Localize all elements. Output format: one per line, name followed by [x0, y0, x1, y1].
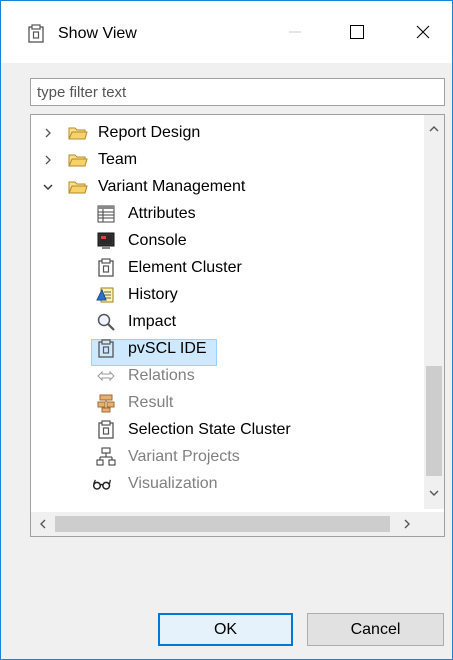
ok-button[interactable]: OK — [158, 613, 293, 646]
chevron-down-icon[interactable] — [41, 173, 55, 200]
tree-item-selection-state-cluster[interactable]: Selection State Cluster — [31, 416, 421, 443]
tree-item-label: Relations — [128, 367, 195, 384]
tree-item-label: Impact — [128, 313, 177, 330]
chevron-right-icon[interactable] — [41, 146, 55, 173]
tree-item-label: Team — [98, 151, 138, 168]
folder-open-icon — [68, 181, 88, 194]
view-icon — [98, 420, 114, 439]
view-icon — [98, 258, 114, 277]
view-icon — [98, 339, 114, 358]
vertical-scrollbar[interactable] — [424, 115, 444, 509]
tree-item-impact[interactable]: Impact — [31, 308, 421, 335]
tree-item-history[interactable]: History — [31, 281, 421, 308]
scrollbar-corner — [424, 512, 444, 536]
tree-item-variant-projects[interactable]: Variant Projects — [31, 443, 421, 470]
history-icon — [96, 287, 114, 303]
tree-item-relations[interactable]: Relations — [31, 362, 421, 389]
tree-item-result[interactable]: Result — [31, 389, 421, 416]
horizontal-scroll-thumb[interactable] — [55, 516, 390, 532]
tree-item-visualization[interactable]: Visualization — [31, 470, 421, 497]
show-view-dialog: Show View type filter text Report Design… — [0, 0, 453, 660]
tree-item-label: Console — [128, 232, 187, 249]
folder-icon — [68, 154, 88, 167]
tree-item-attributes[interactable]: Attributes — [31, 200, 421, 227]
glasses-icon — [92, 479, 111, 490]
close-button[interactable] — [393, 1, 453, 63]
vertical-scroll-thumb[interactable] — [426, 366, 442, 476]
tree-item-report-design[interactable]: Report Design — [31, 119, 421, 146]
tree-item-label: Variant Projects — [128, 448, 240, 465]
tree-item-label: pvSCL IDE — [128, 340, 207, 357]
close-icon — [416, 25, 430, 39]
view-icon — [28, 24, 44, 43]
tree-item-label: Visualization — [128, 475, 218, 492]
projects-icon — [96, 447, 116, 466]
tree-item-console[interactable]: Console — [31, 227, 421, 254]
magnifier-icon — [97, 313, 115, 331]
view-tree[interactable]: Report Design Team Variant Management At… — [30, 114, 445, 537]
tree-item-label: Element Cluster — [128, 259, 242, 276]
maximize-icon — [350, 25, 364, 39]
filter-input[interactable] — [30, 78, 445, 106]
tree-item-label: Report Design — [98, 124, 201, 141]
tree-item-team[interactable]: Team — [31, 146, 421, 173]
maximize-button[interactable] — [327, 1, 387, 63]
scroll-left-icon[interactable] — [33, 514, 53, 534]
tree-item-pvscl-ide[interactable]: pvSCL IDE — [31, 335, 421, 362]
cancel-button[interactable]: Cancel — [307, 613, 444, 646]
result-icon — [97, 394, 115, 413]
tree-item-label: Result — [128, 394, 174, 411]
tree-item-label: Attributes — [128, 205, 196, 222]
folder-icon — [68, 127, 88, 140]
tree-item-label: History — [128, 286, 178, 303]
minimize-button[interactable] — [265, 1, 325, 63]
tree-item-variant-management[interactable]: Variant Management — [31, 173, 421, 200]
tree-item-label: Variant Management — [98, 178, 246, 195]
scroll-right-icon[interactable] — [397, 514, 417, 534]
title-bar[interactable]: Show View — [1, 1, 452, 63]
relations-icon — [97, 370, 115, 382]
horizontal-scrollbar[interactable] — [31, 512, 425, 536]
minimize-icon — [289, 31, 301, 33]
chevron-right-icon[interactable] — [41, 119, 55, 146]
scroll-up-icon[interactable] — [424, 119, 444, 139]
table-icon — [97, 205, 115, 223]
scroll-down-icon[interactable] — [424, 483, 444, 503]
tree-item-element-cluster[interactable]: Element Cluster — [31, 254, 421, 281]
dialog-title: Show View — [58, 25, 137, 42]
console-icon — [97, 232, 115, 249]
tree-item-label: Selection State Cluster — [128, 421, 291, 438]
